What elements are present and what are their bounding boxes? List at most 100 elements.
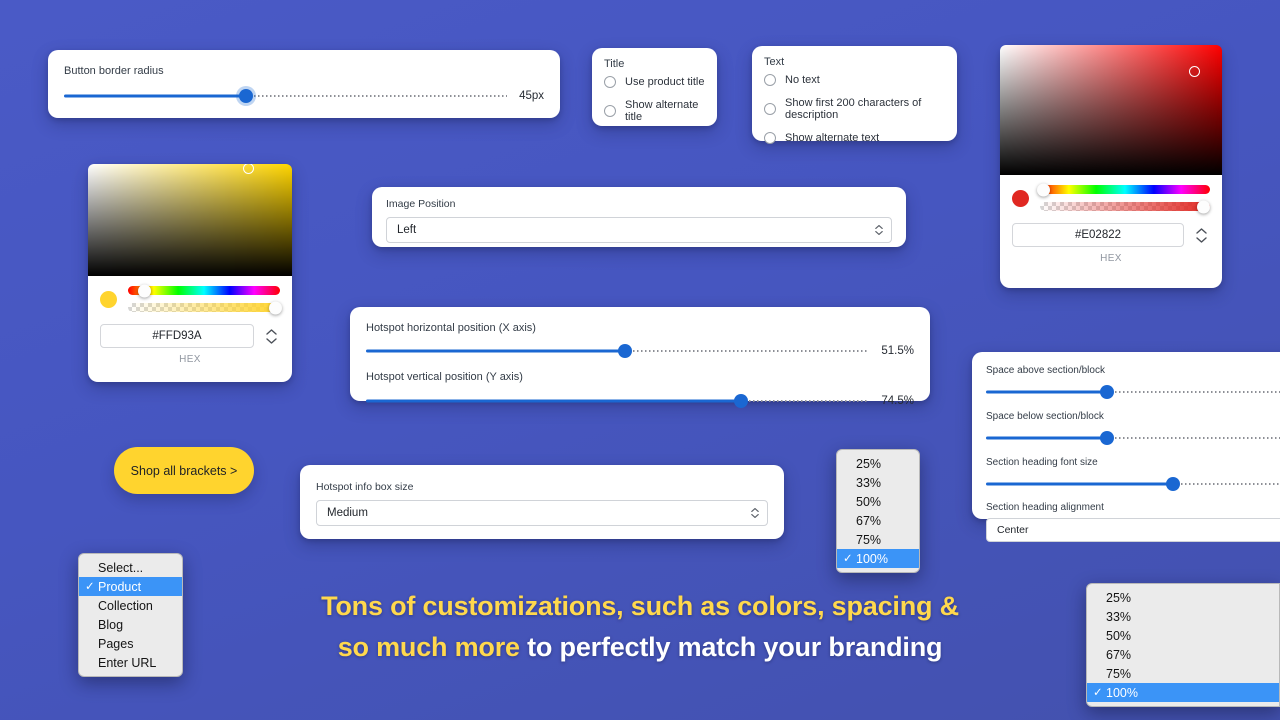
hex-input[interactable]: #E02822: [1012, 223, 1184, 247]
text-options-card: Text No text Show first 200 characters o…: [752, 46, 957, 144]
space-below-group: Space below section/block: [986, 410, 1280, 445]
menu-item-label: 33%: [856, 475, 882, 490]
menu-item-label: 67%: [856, 513, 882, 528]
headline-line-1-highlight: Tons of customizations, such as colors, …: [321, 591, 959, 621]
saturation-value-area[interactable]: [88, 164, 292, 276]
slider-filled-track: [986, 482, 1174, 486]
section-spacing-panel: Space above section/block Space below se…: [972, 352, 1280, 542]
radio-show-alternate-title[interactable]: Show alternate title: [604, 99, 705, 123]
hotspot-x-slider-row: 51.5%: [366, 344, 914, 359]
saturation-handle-icon[interactable]: [243, 164, 255, 174]
promo-headline: Tons of customizations, such as colors, …: [0, 586, 1280, 668]
radio-circle-icon: [604, 105, 616, 117]
radio-show-alternate-text[interactable]: Show alternate text: [764, 132, 945, 144]
saturation-value-area[interactable]: [1000, 45, 1222, 175]
radio-label: No text: [785, 74, 820, 86]
heading-alignment-value: Center: [997, 524, 1029, 536]
image-position-select[interactable]: Left: [386, 217, 892, 243]
menu-item[interactable]: 67%: [837, 511, 919, 530]
hue-slider-thumb[interactable]: [1036, 183, 1050, 196]
chevron-down-icon: [265, 337, 277, 344]
hotspot-info-box-size-label: Hotspot info box size: [316, 481, 414, 493]
slider-thumb[interactable]: [238, 89, 253, 104]
menu-item-label: 100%: [1106, 685, 1138, 700]
space-above-slider[interactable]: [986, 385, 1280, 399]
menu-item-selected[interactable]: ✓ 100%: [837, 549, 919, 568]
alpha-slider[interactable]: [128, 301, 282, 314]
menu-item[interactable]: 25%: [837, 454, 919, 473]
color-bars: [1036, 183, 1210, 213]
text-options-heading: Text: [764, 56, 785, 68]
alpha-slider[interactable]: [1040, 200, 1210, 213]
hotspot-x-slider[interactable]: [366, 344, 870, 359]
hotspot-info-box-size-select[interactable]: Medium: [316, 500, 768, 526]
alpha-gradient: [1040, 202, 1210, 211]
radio-use-product-title[interactable]: Use product title: [604, 76, 705, 88]
hotspot-x-group: Hotspot horizontal position (X axis) 51.…: [366, 321, 914, 359]
button-border-radius-card: Button border radius 45px: [48, 50, 560, 118]
menu-item[interactable]: 75%: [837, 530, 919, 549]
radio-show-first-200-characters[interactable]: Show first 200 characters of description: [764, 97, 945, 121]
slider-filled-track: [64, 94, 246, 98]
hue-slider[interactable]: [1036, 183, 1210, 196]
hotspot-info-box-size-value: Medium: [327, 507, 368, 519]
slider-thumb[interactable]: [1099, 385, 1114, 399]
image-position-value: Left: [397, 224, 417, 236]
button-border-radius-slider[interactable]: [64, 89, 508, 104]
heading-alignment-select[interactable]: Center: [986, 518, 1280, 542]
slider-empty-track: [741, 399, 870, 402]
headline-line-2-highlight: so much more: [337, 632, 520, 662]
heading-font-size-label: Section heading font size: [986, 457, 1098, 468]
saturation-handle-icon[interactable]: [1188, 65, 1200, 77]
space-below-label: Space below section/block: [986, 411, 1104, 422]
zoom-percent-menu[interactable]: 25% 33% 50% 67% 75% ✓ 100%: [836, 449, 920, 573]
heading-alignment-label: Section heading alignment: [986, 502, 1104, 513]
radio-circle-icon: [764, 74, 776, 86]
alpha-slider-thumb[interactable]: [268, 301, 282, 314]
slider-filled-track: [366, 399, 742, 403]
slider-thumb[interactable]: [618, 344, 633, 359]
alpha-gradient: [128, 303, 280, 312]
space-below-slider[interactable]: [986, 431, 1280, 445]
slider-thumb[interactable]: [734, 393, 749, 408]
chevron-up-icon: [1195, 227, 1207, 234]
hex-stepper[interactable]: [1192, 227, 1210, 243]
slider-empty-track: [1106, 391, 1280, 393]
alpha-slider-thumb[interactable]: [1196, 200, 1210, 213]
menu-item[interactable]: Select...: [79, 558, 182, 577]
headline-line-1: Tons of customizations, such as colors, …: [0, 586, 1280, 627]
color-picker-red: #E02822 HEX: [1000, 45, 1222, 288]
menu-item-selected[interactable]: ✓ 100%: [1087, 683, 1279, 702]
radio-no-text[interactable]: No text: [764, 74, 945, 86]
menu-item[interactable]: 50%: [837, 492, 919, 511]
button-border-radius-slider-row: 45px: [64, 89, 544, 104]
color-picker-yellow: #FFD93A HEX: [88, 164, 292, 382]
menu-item-label: 100%: [856, 551, 888, 566]
headline-line-2-rest: to perfectly match your branding: [519, 632, 943, 662]
current-color-swatch: [1012, 189, 1029, 207]
hotspot-y-slider[interactable]: [366, 393, 870, 408]
hue-slider-thumb[interactable]: [138, 284, 152, 297]
heading-font-size-slider[interactable]: [986, 477, 1280, 491]
slider-empty-track: [1106, 437, 1280, 439]
current-color-swatch: [100, 290, 117, 308]
slider-thumb[interactable]: [1166, 477, 1181, 491]
hex-stepper[interactable]: [262, 328, 280, 344]
select-stepper-icon: [875, 225, 883, 235]
heading-alignment-group: Section heading alignment Center: [986, 502, 1280, 542]
hex-input[interactable]: #FFD93A: [100, 324, 254, 348]
slider-filled-track: [986, 436, 1107, 440]
hotspot-position-card: Hotspot horizontal position (X axis) 51.…: [350, 307, 930, 408]
button-border-radius-label: Button border radius: [64, 65, 164, 77]
menu-item[interactable]: 33%: [837, 473, 919, 492]
chevron-up-icon: [751, 508, 759, 512]
hotspot-y-value: 74.5%: [881, 394, 914, 407]
shop-all-brackets-button[interactable]: Shop all brackets >: [114, 447, 254, 494]
check-icon: ✓: [843, 552, 853, 565]
hue-slider[interactable]: [128, 284, 280, 297]
slider-thumb[interactable]: [1099, 431, 1114, 445]
space-above-label: Space above section/block: [986, 365, 1105, 376]
slider-empty-track: [245, 95, 508, 98]
color-bars: [128, 284, 282, 314]
menu-item-label: 75%: [856, 532, 882, 547]
